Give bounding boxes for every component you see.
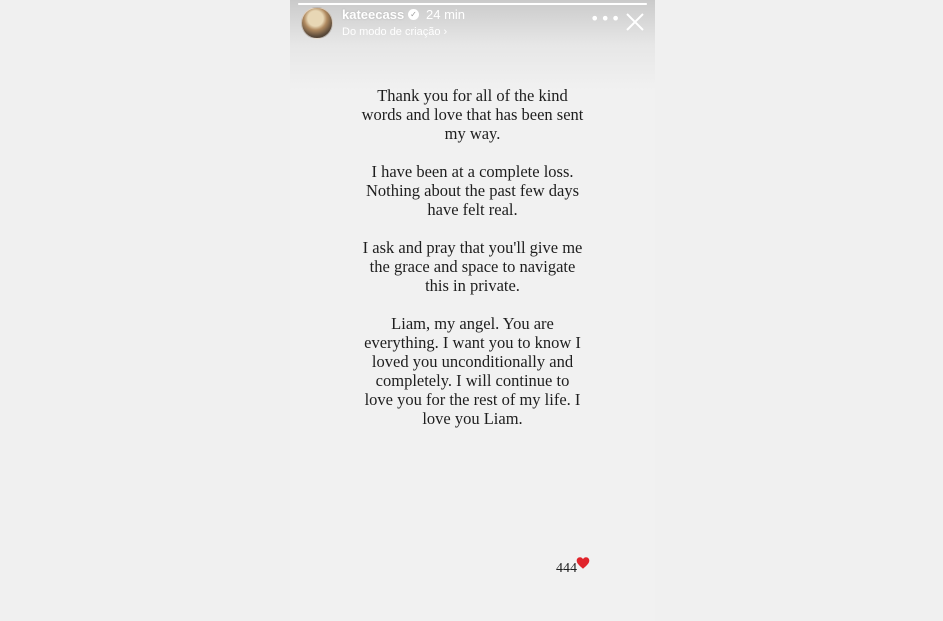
- creation-mode-link[interactable]: Do modo de criação ›: [342, 26, 447, 38]
- story-message: Thank you for all of the kind words and …: [360, 86, 585, 447]
- more-options-icon[interactable]: •••: [590, 11, 620, 30]
- story-viewer[interactable]: kateecass ✓ 24 min Do modo de criação › …: [290, 0, 655, 621]
- avatar[interactable]: [301, 7, 333, 39]
- story-progress-fill: [298, 3, 647, 5]
- story-paragraph: Liam, my angel. You are everything. I wa…: [364, 314, 581, 428]
- footer-number: 444: [556, 561, 577, 576]
- story-paragraph: I have been at a complete loss. Nothing …: [365, 162, 580, 219]
- verified-badge-icon: ✓: [408, 9, 419, 20]
- story-paragraph: I ask and pray that you'll give me the g…: [362, 238, 583, 295]
- story-progress-bar: [298, 3, 647, 5]
- story-paragraph: Thank you for all of the kind words and …: [361, 86, 584, 143]
- story-footer: 444: [556, 556, 590, 577]
- close-icon[interactable]: [624, 11, 646, 33]
- heart-icon: [576, 557, 590, 569]
- post-time: 24 min: [426, 7, 466, 22]
- username[interactable]: kateecass: [342, 7, 404, 22]
